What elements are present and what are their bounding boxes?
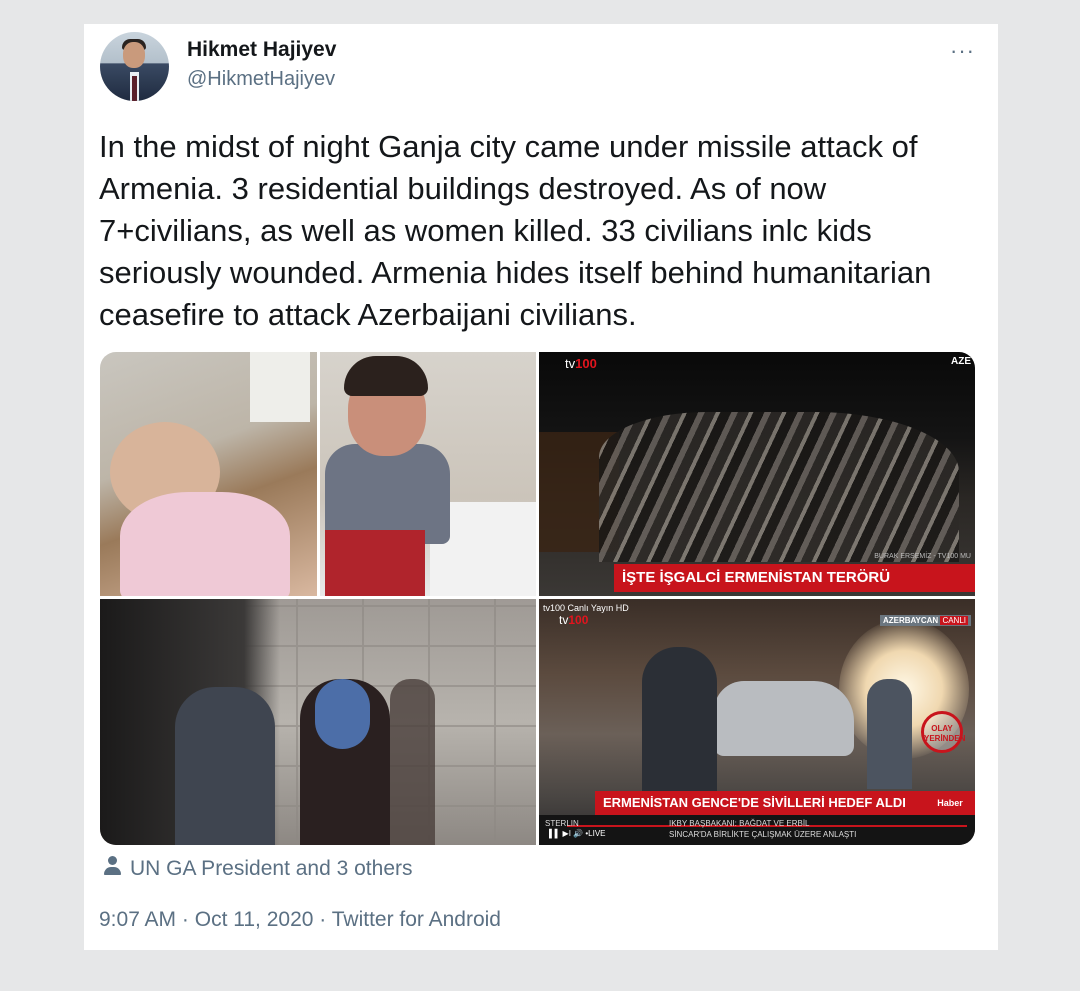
logo-suffix: 100	[575, 356, 597, 371]
boy-body	[325, 444, 450, 544]
person-shadow	[390, 679, 435, 845]
author-name[interactable]: Hikmet Hajiyev	[187, 38, 336, 62]
separator: ·	[313, 908, 332, 931]
boy-hair	[344, 356, 428, 396]
live-label: tv100 Canlı Yayın HD	[543, 603, 629, 613]
photo-credit: BURAK ERSEMİZ - TV100 MU	[874, 553, 971, 560]
boy-legs	[325, 530, 425, 596]
media-photo-crowd[interactable]	[100, 599, 536, 845]
tweet-source[interactable]: Twitter for Android	[332, 908, 501, 931]
damaged-car	[714, 681, 854, 756]
more-options-icon[interactable]: ···	[950, 38, 975, 64]
liked-by[interactable]: UN GA President and 3 others	[104, 856, 413, 881]
logo-prefix: tv	[559, 613, 569, 627]
avatar-face	[123, 42, 145, 68]
player-controls: ▌▌ ▶I 🔊 •LIVE	[549, 829, 606, 838]
tv100-logo: tv100	[559, 613, 588, 627]
tv100-logo: tv100	[565, 356, 597, 371]
tweet-time[interactable]: 9:07 AM	[99, 908, 176, 931]
news-banner: ERMENİSTAN GENCE'DE SİVİLLERİ HEDEF ALDI	[595, 791, 925, 815]
ticker-line-1: IKBY BAŞBAKANI: BAĞDAT VE ERBİL	[669, 819, 810, 828]
country-tag: AZERBAYCAN CANLI	[879, 615, 971, 626]
media-photo-baby[interactable]	[100, 352, 317, 596]
man-backpack	[642, 647, 717, 797]
rubble	[599, 412, 959, 562]
olay-yerinden-badge: OLAY YERİNDEN	[921, 711, 965, 753]
ticker-place: STERLIN	[545, 819, 579, 828]
baby-body	[120, 492, 290, 596]
author-handle[interactable]: @HikmetHajiyev	[187, 68, 335, 91]
avatar-tie	[132, 76, 137, 101]
live-tag: CANLI	[940, 616, 968, 625]
curtain	[250, 352, 310, 422]
media-photo-news-scene[interactable]: tv100 Canlı Yayın HD tv100 AZERBAYCAN CA…	[539, 599, 975, 845]
separator: ·	[176, 908, 195, 931]
logo-prefix: tv	[565, 356, 576, 371]
logo-suffix: 100	[568, 613, 589, 627]
avatar[interactable]	[100, 32, 169, 101]
media-photo-rubble[interactable]: tv100 AZE BURAK ERSEMİZ - TV100 MU İŞTE …	[539, 352, 975, 596]
news-ticker: STERLIN IKBY BAŞBAKANI: BAĞDAT VE ERBİL …	[539, 815, 975, 845]
police-officer	[867, 679, 912, 789]
tweet-text: In the midst of night Ganja city came un…	[99, 129, 932, 332]
person-left	[175, 687, 275, 845]
country-label: AZERBAYCAN	[882, 616, 939, 625]
tweet-date[interactable]: Oct 11, 2020	[195, 908, 314, 931]
tweet-meta: 9:07 AM · Oct 11, 2020 · Twitter for And…	[99, 908, 501, 932]
ticker-line-2: SİNCAR'DA BİRLİKTE ÇALIŞMAK ÜZERE ANLAŞT…	[669, 830, 857, 839]
media-grid: tv100 AZE BURAK ERSEMİZ - TV100 MU İŞTE …	[100, 352, 975, 845]
media-photo-boy[interactable]	[320, 352, 536, 596]
liked-by-text: UN GA President and 3 others	[130, 857, 413, 880]
haber-tag: Haber	[925, 791, 975, 815]
corner-tag: AZE	[951, 356, 971, 367]
news-banner: İŞTE İŞGALCİ ERMENİSTAN TERÖRÜ	[614, 564, 975, 592]
person-icon	[104, 856, 121, 876]
child-carried	[315, 679, 370, 749]
